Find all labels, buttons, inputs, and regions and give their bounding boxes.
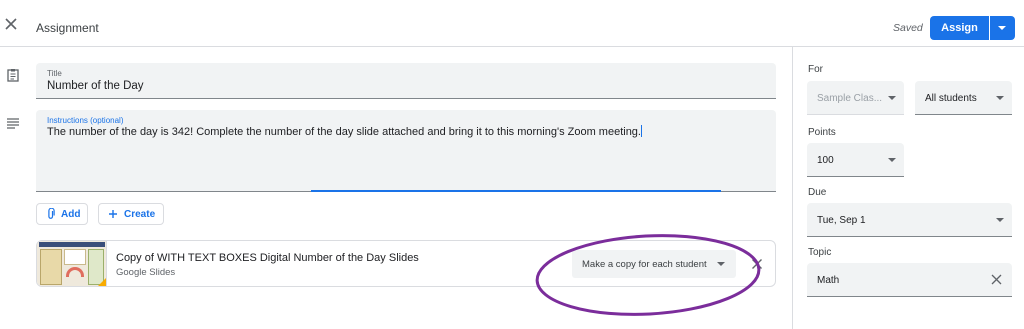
chevron-down-icon: [717, 262, 725, 266]
saved-status: Saved: [893, 22, 923, 34]
paperclip-icon: [48, 208, 55, 219]
top-bar: Assignment Saved Assign: [0, 0, 1024, 47]
chevron-down-icon: [996, 218, 1004, 222]
create-button[interactable]: Create: [98, 203, 164, 225]
class-select[interactable]: Sample Clas...: [807, 81, 904, 115]
add-label: Add: [61, 209, 81, 220]
points-select[interactable]: 100: [807, 143, 904, 177]
instructions-text-line: The number of the day is 342! Complete t…: [47, 125, 642, 138]
instructions-field[interactable]: Instructions (optional) The number of th…: [36, 110, 776, 192]
attachment-title[interactable]: Copy of WITH TEXT BOXES Digital Number o…: [116, 252, 419, 264]
focus-underline: [311, 190, 721, 192]
title-label: Title: [47, 69, 62, 78]
page-title: Assignment: [36, 21, 99, 35]
due-value: Tue, Sep 1: [817, 215, 866, 226]
description-icon: [7, 118, 19, 129]
attachment-type: Google Slides: [116, 267, 176, 278]
due-label: Due: [808, 187, 827, 198]
chevron-down-icon: [996, 96, 1004, 100]
assign-button[interactable]: Assign: [930, 16, 989, 40]
text-cursor: [640, 125, 642, 137]
topic-value: Math: [817, 275, 840, 286]
slides-thumbnail: [37, 241, 107, 286]
title-value: Number of the Day: [47, 80, 144, 92]
class-value: Sample Clas...: [817, 93, 883, 104]
title-field[interactable]: Title Number of the Day: [36, 63, 776, 99]
clear-topic-icon[interactable]: [991, 274, 1002, 285]
topic-field[interactable]: Math: [807, 263, 1012, 297]
students-value: All students: [925, 93, 977, 104]
add-button[interactable]: Add: [36, 203, 88, 225]
copy-option-dropdown[interactable]: Make a copy for each student: [572, 250, 736, 278]
assignment-icon: [7, 69, 19, 82]
for-label: For: [808, 64, 823, 75]
copy-option-value: Make a copy for each student: [582, 259, 707, 270]
instructions-label: Instructions (optional): [47, 116, 124, 125]
chevron-down-icon: [888, 158, 896, 162]
close-icon[interactable]: [4, 17, 18, 31]
instructions-value: The number of the day is 342! Complete t…: [47, 126, 641, 138]
remove-attachment-icon[interactable]: [751, 258, 763, 270]
students-select[interactable]: All students: [915, 81, 1012, 115]
assign-options-button[interactable]: [990, 16, 1015, 40]
points-label: Points: [808, 127, 836, 138]
due-date-select[interactable]: Tue, Sep 1: [807, 203, 1012, 237]
create-label: Create: [124, 209, 156, 220]
points-value: 100: [817, 155, 834, 166]
plus-icon: [109, 210, 117, 218]
chevron-down-icon: [888, 96, 896, 100]
topic-label: Topic: [808, 247, 832, 258]
